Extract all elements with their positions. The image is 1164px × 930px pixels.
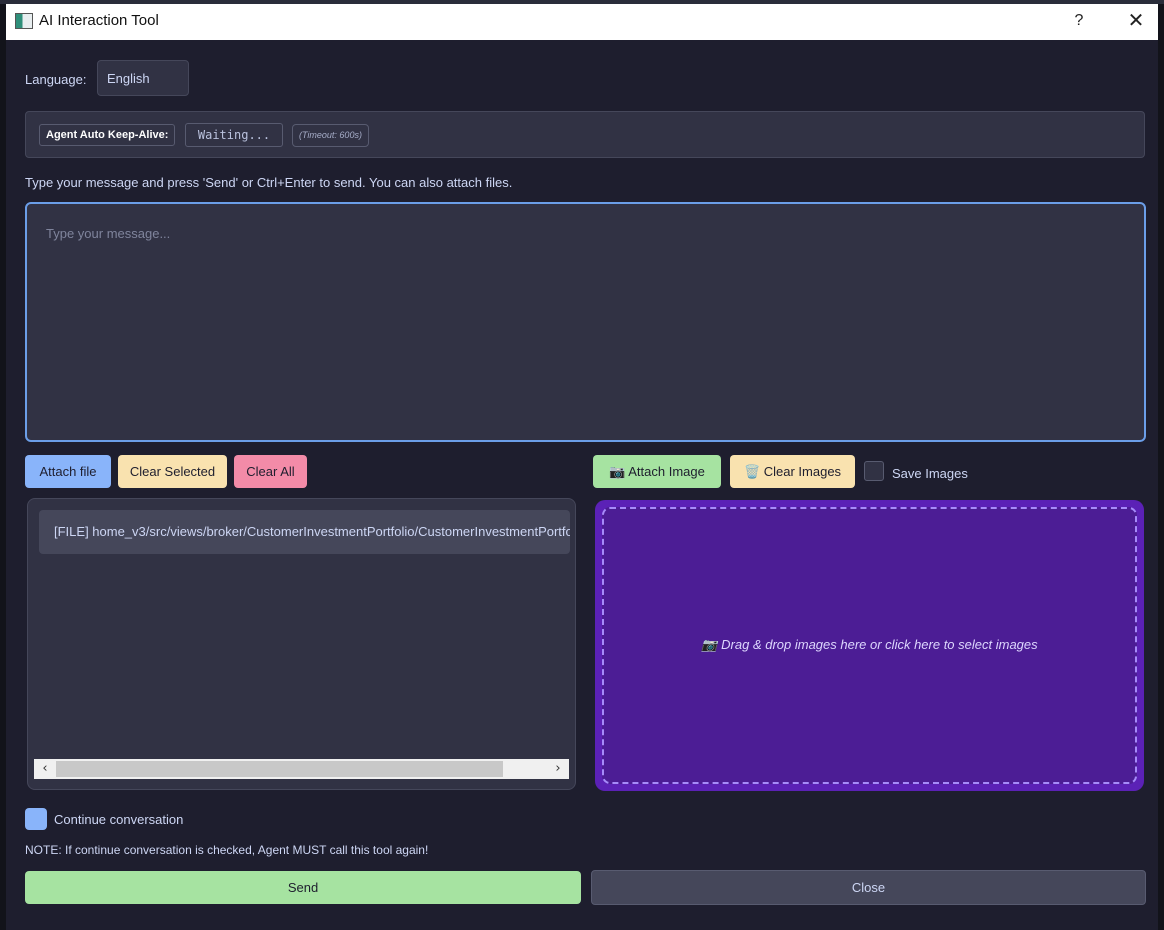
note-text: NOTE: If continue conversation is checke… (25, 843, 429, 857)
continue-conversation-checkbox[interactable] (25, 808, 47, 830)
attach-image-button[interactable]: 📷 Attach Image (593, 455, 721, 488)
image-dropzone-area[interactable]: 📷 Drag & drop images here or click here … (602, 507, 1137, 784)
language-label: Language: (25, 72, 87, 87)
dialog-window: AI Interaction Tool ? ✕ Language: Englis… (6, 4, 1158, 930)
dropzone-text: 📷 Drag & drop images here or click here … (701, 637, 1038, 652)
language-select[interactable]: English (97, 60, 189, 96)
close-icon[interactable]: ✕ (1124, 10, 1148, 34)
attach-file-button[interactable]: Attach file (25, 455, 111, 488)
keepalive-panel: Agent Auto Keep-Alive: Waiting... (Timeo… (25, 111, 1145, 158)
message-input-container (25, 202, 1146, 442)
screen: AI Interaction Tool ? ✕ Language: Englis… (0, 0, 1164, 930)
clear-all-button[interactable]: Clear All (234, 455, 307, 488)
save-images-checkbox[interactable] (864, 461, 884, 481)
scroll-right-icon[interactable]: › (549, 759, 567, 779)
scroll-left-icon[interactable]: ‹ (36, 759, 54, 779)
window-title: AI Interaction Tool (39, 12, 159, 29)
continue-conversation-label: Continue conversation (54, 812, 184, 827)
close-button[interactable]: Close (591, 870, 1146, 905)
send-button[interactable]: Send (25, 871, 581, 904)
clear-selected-button[interactable]: Clear Selected (118, 455, 227, 488)
title-bar: AI Interaction Tool ? ✕ (6, 4, 1158, 40)
save-images-label: Save Images (892, 466, 968, 481)
clear-images-button[interactable]: 🗑️ Clear Images (730, 455, 855, 488)
help-button[interactable]: ? (1068, 10, 1090, 32)
app-icon (15, 13, 33, 29)
attached-files-list[interactable]: [FILE] home_v3/src/views/broker/Customer… (27, 498, 576, 790)
keepalive-label: Agent Auto Keep-Alive: (39, 124, 176, 146)
horizontal-scrollbar[interactable]: ‹ › (34, 759, 569, 779)
scrollbar-thumb[interactable] (56, 761, 503, 777)
list-item[interactable]: [FILE] home_v3/src/views/broker/Customer… (39, 510, 570, 554)
keepalive-timeout: (Timeout: 600s) (292, 124, 369, 147)
keepalive-status: Waiting... (185, 123, 283, 147)
instructions-text: Type your message and press 'Send' or Ct… (25, 175, 513, 190)
image-dropzone[interactable]: 📷 Drag & drop images here or click here … (595, 500, 1144, 791)
message-input[interactable] (27, 204, 1144, 440)
